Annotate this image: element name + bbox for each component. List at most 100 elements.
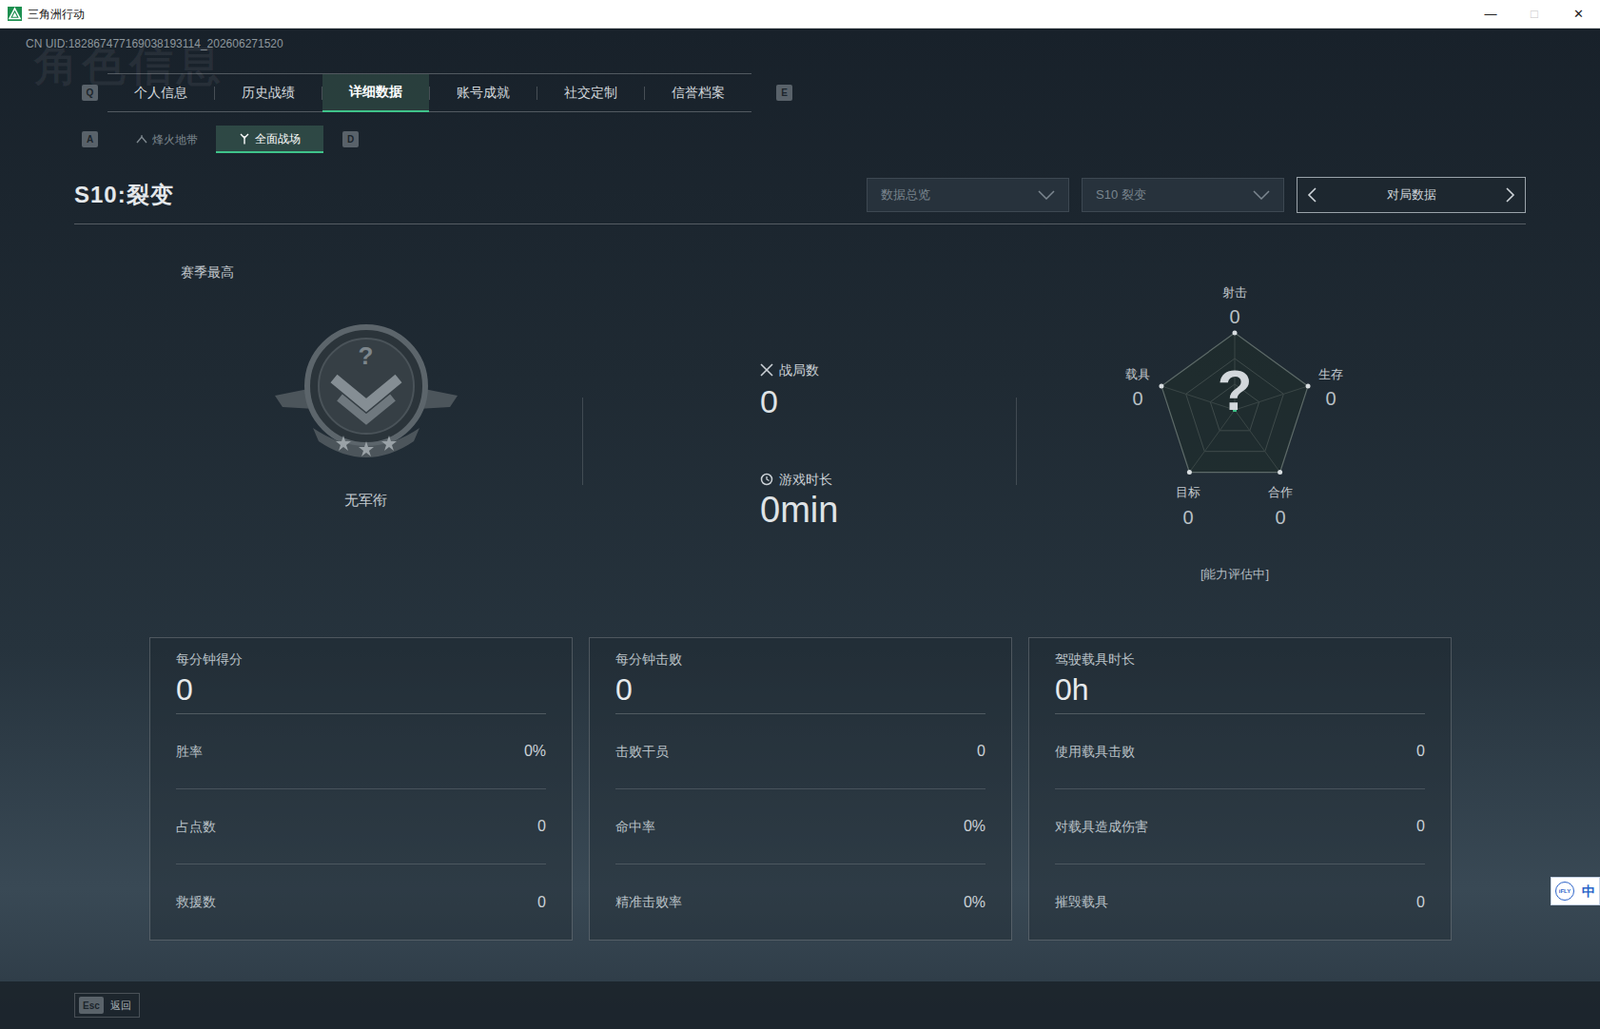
emblem-question-mark: ? — [271, 342, 462, 370]
tab-separator — [429, 86, 430, 100]
mode-tabs: A烽火地带全面战场D — [81, 125, 1600, 154]
card-title: 驾驶载具时长 — [1054, 649, 1425, 669]
dropdown-value: S10 裂变 — [1095, 185, 1147, 205]
stat-value: 0 — [537, 815, 547, 839]
window-control-button[interactable]: — — [1468, 0, 1513, 29]
rank-name: 无军衔 — [344, 490, 388, 510]
stat-row: 胜率 0% — [175, 714, 547, 790]
radar-axis-value: 0 — [1229, 305, 1240, 329]
radar-vertex — [1187, 469, 1192, 475]
tab[interactable]: 历史战绩 — [214, 74, 322, 113]
section-divider — [582, 397, 584, 486]
stat-card: 每分钟击败0击败干员0命中率0%精准击败率0% — [588, 637, 1013, 941]
stat-value: 0 — [1416, 740, 1425, 763]
stat-value: 0% — [524, 740, 547, 763]
stat-row: 命中率 0% — [615, 789, 986, 865]
mountain-icon — [136, 134, 148, 146]
stat-value: 0% — [963, 891, 986, 915]
mode-tab-label: 烽火地带 — [152, 131, 198, 149]
mode-tab-label: 全面战场 — [254, 130, 301, 148]
ime-logo: iFLY — [1555, 881, 1575, 901]
stat-value: 0% — [963, 815, 986, 839]
stat-value: 0 — [537, 891, 547, 915]
radar-outline — [1161, 332, 1308, 473]
playtime-label: 游戏时长 — [779, 469, 833, 489]
matches-caption: 战局数 — [760, 360, 1016, 380]
window-control-button[interactable]: ✕ — [1556, 0, 1600, 29]
radar-axis-label: 载具 — [1125, 367, 1151, 383]
card-value: 0 — [615, 672, 986, 715]
tab[interactable]: 详细数据 — [322, 74, 430, 113]
radar-vertex — [1232, 331, 1238, 336]
stat-row: 击败干员 0 — [615, 714, 986, 790]
stat-row: 摧毁载具0 — [1054, 864, 1425, 940]
app-logo-icon — [7, 6, 22, 21]
rank-emblem-icon: ? — [271, 321, 462, 465]
stat-row: 救援数 0 — [175, 864, 547, 940]
window-control-button[interactable]: □ — [1512, 0, 1557, 29]
dropdown-value: 数据总览 — [880, 185, 931, 205]
stat-label: 击败干员 — [615, 741, 669, 762]
back-button[interactable]: Esc返回 — [74, 993, 140, 1018]
rank-caption: 赛季最高 — [149, 224, 583, 281]
filter-dropdown[interactable]: S10 裂变 — [1081, 177, 1285, 213]
playtime-value: 0min — [760, 488, 1016, 531]
overview-section: 赛季最高?无军衔战局数0游戏时长0min?射击0生存0合作0目标0载具0[能力评… — [149, 224, 1451, 609]
tab-bar: 个人信息历史战绩详细数据账号成就社交定制信誉档案 — [107, 73, 752, 113]
summary-panel: 战局数0 游戏时长0min — [583, 224, 1016, 609]
tab[interactable]: 社交定制 — [537, 74, 644, 113]
mode-switcher[interactable]: 对局数据 — [1296, 176, 1526, 214]
stat-row: 对载具造成伤害 0 — [1054, 789, 1425, 865]
tab-separator — [214, 86, 215, 100]
radar-grid — [1186, 358, 1285, 452]
radar-axis-label: 目标 — [1175, 485, 1201, 501]
esc-key: Esc — [78, 996, 104, 1015]
stat-value: 0 — [1416, 815, 1425, 839]
ime-indicator[interactable]: iFLY 中 — [1550, 877, 1600, 906]
stat-label: 精准击败率 — [615, 892, 683, 913]
stat-row: 精准击败率 0% — [615, 864, 986, 940]
mode-label: 对局数据 — [1386, 185, 1437, 205]
tab[interactable]: 账号成就 — [429, 74, 537, 113]
stat-row: 使用载具击败 0 — [1054, 714, 1425, 790]
stat-label: 占点数 — [175, 817, 216, 838]
ime-mode: 中 — [1581, 881, 1596, 902]
radar-question-mark: ? — [1217, 360, 1253, 422]
uid-label: CN UID:182867477169038193114_20260627152… — [0, 28, 1600, 52]
stat-card: 驾驶载具时长0h使用载具击败0对载具造成伤害0摧毁载具0 — [1028, 637, 1452, 941]
tab[interactable]: 信誉档案 — [644, 74, 752, 113]
stat-label: 胜率 — [175, 741, 203, 762]
key-hint: E — [776, 84, 793, 101]
stat-label: 救援数 — [175, 892, 216, 913]
stat-label: 使用载具击败 — [1054, 741, 1135, 762]
clock-icon — [760, 472, 774, 487]
stat-value: 0 — [976, 740, 986, 763]
chevron-down-icon — [1252, 190, 1270, 200]
arrow-left-icon[interactable] — [1307, 187, 1317, 203]
matches-value: 0 — [760, 382, 1016, 421]
tab[interactable]: 个人信息 — [107, 74, 215, 113]
filter-group: 数据总览 S10 裂变 对局数据 — [866, 176, 1526, 214]
filter-dropdown[interactable]: 数据总览 — [866, 177, 1070, 213]
radar-vertex — [1158, 383, 1164, 389]
season-header: S10:裂变 数据总览 S10 裂变 对局数据 — [74, 176, 1526, 225]
season-title: S10:裂变 — [74, 177, 175, 213]
playtime-caption: 游戏时长 — [760, 469, 1016, 489]
radar-status: [能力评估中] — [1200, 566, 1269, 583]
key-hint: D — [342, 131, 359, 148]
radar-axis-value: 0 — [1182, 506, 1193, 529]
key-hint: Q — [81, 84, 98, 101]
mode-tab[interactable]: 全面战场 — [215, 125, 324, 154]
crossed-swords-icon — [760, 363, 774, 377]
section-divider — [1015, 397, 1017, 486]
stat-label: 命中率 — [615, 817, 656, 838]
ability-radar: ?射击0生存0合作0目标0载具0[能力评估中] — [1016, 224, 1451, 609]
app-window: 三角洲行动—□✕角色信息CN UID:182867477169038193114… — [0, 0, 1600, 1029]
radar-axis-value: 0 — [1325, 387, 1336, 410]
stat-card: 每分钟得分0胜率0%占点数0救援数0 — [149, 637, 573, 941]
chevron-down-icon — [1037, 190, 1055, 200]
arrow-right-icon[interactable] — [1505, 187, 1516, 203]
matches-label: 战局数 — [779, 360, 820, 380]
stat-label: 对载具造成伤害 — [1054, 817, 1149, 838]
mode-tab[interactable]: 烽火地带 — [117, 125, 216, 154]
